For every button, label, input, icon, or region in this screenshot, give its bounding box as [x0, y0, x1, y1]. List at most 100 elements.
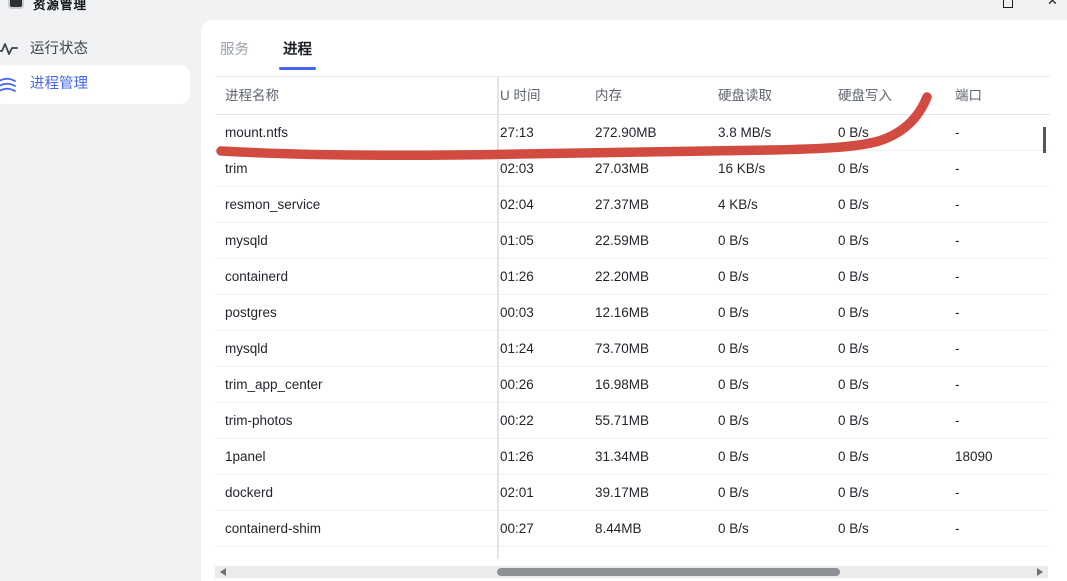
table-row[interactable]: mount.ntfs27:13272.90MB3.8 MB/s0 B/s- — [215, 115, 1050, 151]
table-cell: - — [955, 331, 1050, 366]
table-row[interactable]: mysqld01:2473.70MB0 B/s0 B/s- — [215, 331, 1050, 367]
process-table: 进程名称U 时间内存硬盘读取硬盘写入端口 mount.ntfs27:13272.… — [215, 76, 1050, 547]
table-cell: 00:22 — [500, 403, 595, 438]
table-cell: 1panel — [225, 439, 500, 474]
table-cell: postgres — [225, 295, 500, 330]
table-cell: 12.16MB — [595, 295, 718, 330]
table-cell: 01:24 — [500, 331, 595, 366]
table-cell: 16 KB/s — [718, 151, 838, 186]
close-button[interactable]: ✕ — [1047, 0, 1058, 9]
table-cell: 0 B/s — [718, 439, 838, 474]
table-cell: 01:26 — [500, 439, 595, 474]
table-cell: 0 B/s — [718, 367, 838, 402]
table-cell: 0 B/s — [838, 367, 955, 402]
table-cell: 02:01 — [500, 475, 595, 510]
sidebar-item-label: 运行状态 — [30, 34, 88, 64]
table-row[interactable]: mysqld01:0522.59MB0 B/s0 B/s- — [215, 223, 1050, 259]
table-cell: - — [955, 475, 1050, 510]
table-cell: mysqld — [225, 223, 500, 258]
table-cell: 00:03 — [500, 295, 595, 330]
activity-icon — [0, 39, 18, 64]
table-cell: 0 B/s — [838, 151, 955, 186]
table-cell: resmon_service — [225, 187, 500, 222]
scrollbar-thumb[interactable] — [497, 568, 840, 576]
tab-services[interactable]: 服务 — [220, 38, 249, 59]
table-cell: 0 B/s — [838, 259, 955, 294]
table-cell: 3.8 MB/s — [718, 115, 838, 150]
table-cell: 18090 — [955, 439, 1050, 474]
table-cell: 0 B/s — [718, 223, 838, 258]
table-row[interactable]: trim_app_center00:2616.98MB0 B/s0 B/s- — [215, 367, 1050, 403]
table-cell: 0 B/s — [838, 223, 955, 258]
table-row[interactable]: dockerd02:0139.17MB0 B/s0 B/s- — [215, 475, 1050, 511]
table-cell: - — [955, 367, 1050, 402]
table-cell: 0 B/s — [838, 295, 955, 330]
window-title: 资源管理 — [33, 0, 87, 13]
table-cell: 0 B/s — [718, 259, 838, 294]
frozen-column-divider — [497, 76, 499, 559]
active-tab-indicator — [279, 67, 316, 70]
app-window: 资源管理 ✕ 运行状态 进程管理 服务 进程 进程名称U 时间内存硬盘读取硬盘写… — [0, 0, 1067, 581]
table-cell: 22.59MB — [595, 223, 718, 258]
table-header-row: 进程名称U 时间内存硬盘读取硬盘写入端口 — [215, 77, 1050, 115]
scroll-left-arrow-icon[interactable] — [220, 568, 226, 576]
table-cell: 55.71MB — [595, 403, 718, 438]
table-cell: - — [955, 223, 1050, 258]
column-header: 进程名称 — [225, 77, 500, 114]
table-row[interactable]: trim02:0327.03MB16 KB/s0 B/s- — [215, 151, 1050, 187]
table-cell: 39.17MB — [595, 475, 718, 510]
table-cell: - — [955, 403, 1050, 438]
table-cell: 0 B/s — [718, 331, 838, 366]
table-cell: - — [955, 115, 1050, 150]
column-header: 硬盘读取 — [718, 77, 838, 114]
table-cell: 01:05 — [500, 223, 595, 258]
table-cell: - — [955, 259, 1050, 294]
table-cell: 27.37MB — [595, 187, 718, 222]
maximize-button[interactable] — [1003, 0, 1013, 8]
table-cell: 4 KB/s — [718, 187, 838, 222]
table-cell: trim — [225, 151, 500, 186]
table-cell: trim_app_center — [225, 367, 500, 402]
table-cell: 8.44MB — [595, 511, 718, 546]
table-cell: 27:13 — [500, 115, 595, 150]
table-row[interactable]: postgres00:0312.16MB0 B/s0 B/s- — [215, 295, 1050, 331]
table-cell: 0 B/s — [838, 187, 955, 222]
table-cell: 0 B/s — [838, 439, 955, 474]
sidebar-item-running-status[interactable]: 运行状态 — [0, 34, 200, 64]
table-row[interactable]: containerd01:2622.20MB0 B/s0 B/s- — [215, 259, 1050, 295]
table-cell: 0 B/s — [838, 115, 955, 150]
horizontal-scrollbar[interactable] — [215, 566, 1048, 578]
column-header: 硬盘写入 — [838, 77, 955, 114]
table-cell: 272.90MB — [595, 115, 718, 150]
table-cell: 0 B/s — [838, 475, 955, 510]
table-cell: mysqld — [225, 331, 500, 366]
table-cell: 00:27 — [500, 511, 595, 546]
sidebar-item-process-management[interactable]: 进程管理 — [0, 65, 190, 104]
table-cell: dockerd — [225, 475, 500, 510]
table-cell: 01:26 — [500, 259, 595, 294]
table-cell: 0 B/s — [838, 331, 955, 366]
table-cell: 0 B/s — [718, 295, 838, 330]
table-cell: - — [955, 511, 1050, 546]
table-row[interactable]: 1panel01:2631.34MB0 B/s0 B/s18090 — [215, 439, 1050, 475]
table-row[interactable]: trim-photos00:2255.71MB0 B/s0 B/s- — [215, 403, 1050, 439]
table-row[interactable]: resmon_service02:0427.37MB4 KB/s0 B/s- — [215, 187, 1050, 223]
sidebar-item-label: 进程管理 — [30, 65, 88, 104]
text-caret — [1043, 127, 1046, 153]
table-row[interactable]: containerd-shim00:278.44MB0 B/s0 B/s- — [215, 511, 1050, 547]
table-cell: 00:26 — [500, 367, 595, 402]
table-cell: 27.03MB — [595, 151, 718, 186]
scroll-right-arrow-icon[interactable] — [1037, 568, 1043, 576]
table-cell: containerd-shim — [225, 511, 500, 546]
table-cell: 73.70MB — [595, 331, 718, 366]
table-cell: 02:03 — [500, 151, 595, 186]
table-cell: 16.98MB — [595, 367, 718, 402]
layers-icon — [0, 75, 18, 100]
table-cell: 0 B/s — [718, 403, 838, 438]
app-icon — [8, 0, 24, 9]
title-bar: 资源管理 ✕ — [0, 0, 1067, 13]
table-cell: - — [955, 151, 1050, 186]
column-header: U 时间 — [500, 77, 595, 114]
table-body: mount.ntfs27:13272.90MB3.8 MB/s0 B/s-tri… — [215, 115, 1050, 547]
tab-processes[interactable]: 进程 — [283, 38, 312, 59]
